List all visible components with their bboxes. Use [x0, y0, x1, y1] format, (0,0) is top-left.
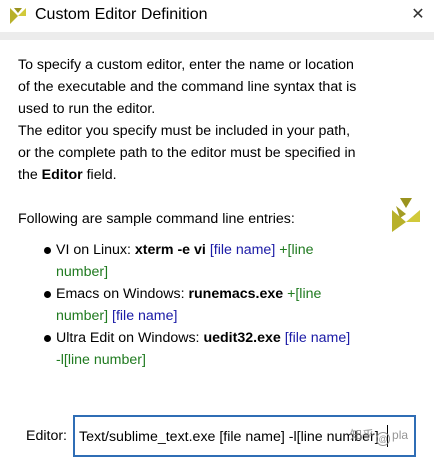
description-text: To specify a custom editor, enter the na…	[18, 54, 418, 186]
samples-heading: Following are sample command line entrie…	[18, 211, 295, 227]
sample-emacs-command: runemacs.exe	[188, 286, 284, 302]
sample-ultraedit-prefix: Ultra Edit on Windows:	[56, 330, 204, 346]
sample-vi-arg-line-a: +[line	[279, 242, 314, 258]
vivado-logo-icon	[10, 8, 26, 24]
watermark-at-icon: @	[376, 432, 391, 446]
bullet-icon	[44, 247, 51, 254]
description-line-1: To specify a custom editor, enter the na…	[18, 57, 354, 73]
description-line-4: The editor you specify must be included …	[18, 123, 351, 139]
sample-emacs-arg-line-b: number]	[56, 308, 109, 324]
watermark: 知乎 @ pla	[350, 427, 408, 446]
editor-input-value: Text/sublime_text.exe [file name] -l[lin…	[79, 429, 379, 445]
sample-ultraedit-arg-line: -l[line number]	[56, 352, 146, 368]
dialog-body: To specify a custom editor, enter the na…	[0, 40, 434, 461]
window-title: Custom Editor Definition	[35, 6, 208, 23]
sample-ultraedit-arg-file: [file name]	[284, 330, 351, 346]
sample-ultraedit-command: uedit32.exe	[203, 330, 281, 346]
sample-emacs-arg-file: [file name]	[112, 308, 178, 324]
description-line-5: or the complete path to the editor must …	[18, 145, 356, 161]
title-divider	[0, 32, 434, 40]
bullet-icon	[44, 291, 51, 298]
editor-label: Editor:	[26, 428, 68, 444]
description-line-3: used to run the editor.	[18, 101, 156, 117]
title-bar: Custom Editor Definition ✕	[0, 0, 434, 32]
sample-vi-arg-file: [file name]	[209, 242, 276, 258]
sample-entries-list: VI on Linux: xterm -e vi [file name] +[l…	[44, 239, 396, 371]
sample-entry-vi: VI on Linux: xterm -e vi [file name] +[l…	[44, 239, 396, 283]
sample-entry-emacs: Emacs on Windows: runemacs.exe +[line num…	[44, 283, 396, 327]
sample-vi-arg-line-b: number]	[56, 264, 109, 280]
description-line-6: the Editor field.	[18, 164, 418, 186]
sample-vi-command: xterm -e vi	[134, 242, 206, 258]
watermark-text-left: 知乎	[350, 428, 375, 442]
vivado-brand-logo-icon	[392, 198, 420, 232]
watermark-text-right: pla	[392, 428, 409, 442]
editor-field-reference: Editor	[41, 167, 83, 183]
sample-emacs-arg-line-a: +[line	[287, 286, 322, 302]
description-line-6-prefix: the	[18, 167, 42, 183]
close-icon[interactable]: ✕	[408, 5, 428, 25]
bullet-icon	[44, 335, 51, 342]
custom-editor-dialog: Custom Editor Definition ✕ To specify a …	[0, 0, 434, 461]
sample-entry-ultraedit: Ultra Edit on Windows: uedit32.exe [file…	[44, 327, 396, 371]
description-line-2: of the executable and the command line s…	[18, 79, 357, 95]
description-line-6-suffix: field.	[82, 167, 117, 183]
sample-emacs-prefix: Emacs on Windows:	[56, 286, 189, 302]
sample-vi-prefix: VI on Linux:	[56, 242, 135, 258]
